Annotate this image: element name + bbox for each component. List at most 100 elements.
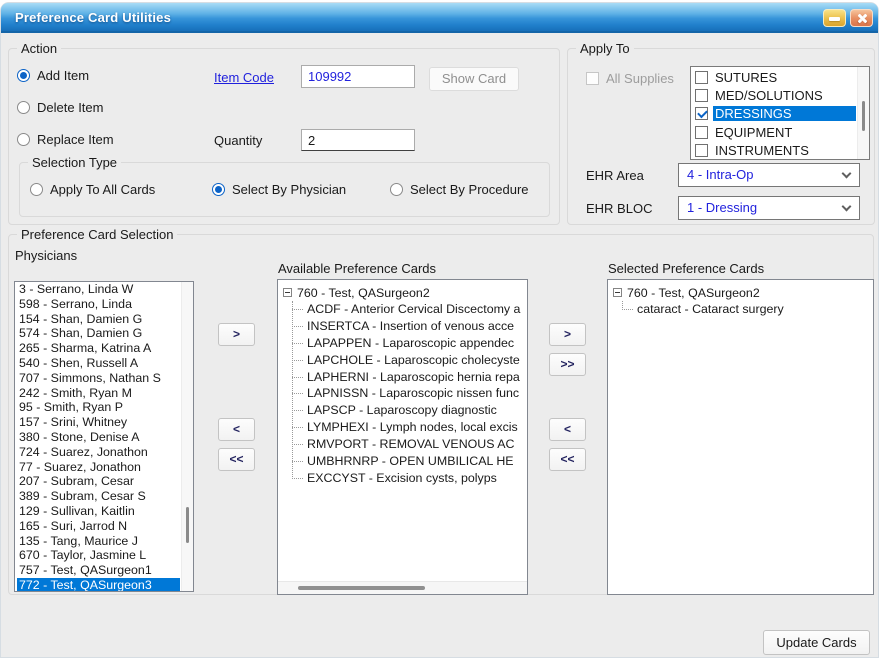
apply-to-group: Apply To All Supplies SUTURES MED/SOLUTI…	[567, 48, 875, 225]
physician-list-item[interactable]: 165 - Suri, Jarrod N	[17, 519, 180, 534]
action-radio[interactable]: Replace Item	[17, 129, 114, 149]
physician-list-item[interactable]: 724 - Suarez, Jonathon	[17, 445, 180, 460]
ehr-area-dropdown[interactable]: 4 - Intra-Op	[678, 163, 860, 187]
radio-label: Select By Procedure	[410, 182, 529, 197]
physicians-scrollbar[interactable]	[181, 282, 193, 591]
scrollbar-thumb[interactable]	[298, 586, 425, 590]
tree-child-node[interactable]: LAPAPPEN - Laparoscopic appendec	[283, 335, 527, 352]
physician-label: 757 - Test, QASurgeon1	[19, 563, 152, 577]
scrollbar-thumb[interactable]	[862, 101, 865, 131]
move-card-right-all-button[interactable]: >>	[549, 353, 586, 376]
tree-child-node[interactable]: LYMPHEXI - Lymph nodes, local excis	[283, 419, 527, 436]
selection-type-radio[interactable]: Select By Physician	[212, 182, 390, 197]
tree-root-node[interactable]: 760 - Test, QASurgeon2	[613, 284, 873, 301]
checkbox-icon[interactable]	[695, 144, 708, 157]
supply-list-item[interactable]: MED/SOLUTIONS	[693, 86, 856, 104]
physician-list-item[interactable]: 95 - Smith, Ryan P	[17, 400, 180, 415]
physician-label: 207 - Subram, Cesar	[19, 474, 134, 488]
physician-label: 242 - Smith, Ryan M	[19, 386, 132, 400]
tree-child-node[interactable]: EXCCYST - Excision cysts, polyps	[283, 470, 527, 487]
selection-type-radio[interactable]: Select By Procedure	[390, 182, 529, 197]
move-physician-left-all-button[interactable]: <<	[218, 448, 255, 471]
tree-child-node[interactable]: RMVPORT - REMOVAL VENOUS AC	[283, 436, 527, 453]
physician-list-item[interactable]: 670 - Taylor, Jasmine L	[17, 548, 180, 563]
close-icon[interactable]	[850, 9, 873, 27]
tree-child-label: RMVPORT - REMOVAL VENOUS AC	[307, 437, 514, 451]
supply-label: DRESSINGS	[713, 106, 856, 121]
tree-child-label: UMBHRNRP - OPEN UMBILICAL HE	[307, 454, 514, 468]
apply-to-legend: Apply To	[576, 41, 634, 56]
tree-child-node[interactable]: LAPHERNI - Laparoscopic hernia repa	[283, 369, 527, 386]
move-physician-right-button[interactable]: >	[218, 323, 255, 346]
radio-label: Select By Physician	[232, 182, 346, 197]
collapse-icon[interactable]	[613, 288, 622, 297]
physician-list-item[interactable]: 207 - Subram, Cesar	[17, 474, 180, 489]
physician-label: 135 - Tang, Maurice J	[19, 534, 138, 548]
item-code-link[interactable]: Item Code	[214, 70, 274, 85]
move-card-right-button[interactable]: >	[549, 323, 586, 346]
move-physician-left-button[interactable]: <	[218, 418, 255, 441]
physician-list-item[interactable]: 598 - Serrano, Linda	[17, 297, 180, 312]
supply-list-item[interactable]: EQUIPMENT	[693, 123, 856, 141]
physician-list-item[interactable]: 772 - Test, QASurgeon3	[17, 578, 180, 592]
physician-list-item[interactable]: 265 - Sharma, Katrina A	[17, 341, 180, 356]
tree-child-node[interactable]: LAPNISSN - Laparoscopic nissen func	[283, 385, 527, 402]
radio-icon	[212, 183, 225, 196]
move-card-left-button[interactable]: <	[549, 418, 586, 441]
move-card-left-all-button[interactable]: <<	[549, 448, 586, 471]
ehr-area-value: 4 - Intra-Op	[687, 167, 753, 182]
tree-child-node[interactable]: LAPCHOLE - Laparoscopic cholecyste	[283, 352, 527, 369]
checkbox-icon[interactable]	[695, 71, 708, 84]
supply-label: INSTRUMENTS	[713, 143, 856, 158]
minimize-icon[interactable]	[823, 9, 846, 27]
tree-child-node[interactable]: ACDF - Anterior Cervical Discectomy a	[283, 301, 527, 318]
tree-child-node[interactable]: cataract - Cataract surgery	[613, 301, 873, 318]
physician-list-item[interactable]: 135 - Tang, Maurice J	[17, 534, 180, 549]
physician-list-item[interactable]: 707 - Simmons, Nathan S	[17, 371, 180, 386]
physician-label: 707 - Simmons, Nathan S	[19, 371, 161, 385]
show-card-button[interactable]: Show Card	[429, 67, 519, 91]
physician-label: 772 - Test, QASurgeon3	[19, 578, 152, 592]
physician-list-item[interactable]: 380 - Stone, Denise A	[17, 430, 180, 445]
physician-list-item[interactable]: 540 - Shen, Russell A	[17, 356, 180, 371]
physician-list-item[interactable]: 242 - Smith, Ryan M	[17, 386, 180, 401]
physician-list-item[interactable]: 389 - Subram, Cesar S	[17, 489, 180, 504]
item-code-field[interactable]	[301, 65, 415, 88]
all-supplies-checkbox[interactable]: All Supplies	[586, 71, 674, 86]
available-tree-hscrollbar[interactable]	[278, 581, 527, 594]
tree-child-node[interactable]: INSERTCA - Insertion of venous acce	[283, 318, 527, 335]
selection-type-radio[interactable]: Apply To All Cards	[30, 182, 212, 197]
supply-list-item[interactable]: SUTURES	[693, 68, 856, 86]
quantity-field[interactable]	[301, 129, 415, 151]
tree-child-label: LYMPHEXI - Lymph nodes, local excis	[307, 420, 518, 434]
action-radio[interactable]: Delete Item	[17, 97, 114, 117]
physician-list-item[interactable]: 757 - Test, QASurgeon1	[17, 563, 180, 578]
physician-list-item[interactable]: 574 - Shan, Damien G	[17, 326, 180, 341]
supplies-list: SUTURES MED/SOLUTIONS DRESSINGS EQUIPMEN…	[690, 66, 870, 160]
physician-list-item[interactable]: 129 - Sullivan, Kaitlin	[17, 504, 180, 519]
physician-label: 77 - Suarez, Jonathon	[19, 460, 141, 474]
supply-list-item[interactable]: DRESSINGS	[693, 105, 856, 123]
ehr-bloc-dropdown[interactable]: 1 - Dressing	[678, 196, 860, 220]
supply-label: MED/SOLUTIONS	[713, 88, 856, 103]
supply-list-item[interactable]: INSTRUMENTS	[693, 142, 856, 160]
tree-root-node[interactable]: 760 - Test, QASurgeon2	[283, 284, 527, 301]
physician-list-item[interactable]: 157 - Srini, Whitney	[17, 415, 180, 430]
scrollbar-thumb[interactable]	[186, 507, 189, 543]
checkbox-icon[interactable]	[695, 107, 708, 120]
title-bar[interactable]: Preference Card Utilities	[1, 3, 878, 33]
physician-list-item[interactable]: 77 - Suarez, Jonathon	[17, 460, 180, 475]
update-cards-button[interactable]: Update Cards	[763, 630, 870, 655]
physician-label: 380 - Stone, Denise A	[19, 430, 140, 444]
radio-label: Add Item	[37, 68, 89, 83]
physician-list-item[interactable]: 3 - Serrano, Linda W	[17, 282, 180, 297]
tree-child-node[interactable]: LAPSCP - Laparoscopy diagnostic	[283, 402, 527, 419]
action-radio[interactable]: Add Item	[17, 65, 114, 85]
supplies-scrollbar[interactable]	[857, 67, 869, 159]
checkbox-icon[interactable]	[695, 126, 708, 139]
collapse-icon[interactable]	[283, 288, 292, 297]
physician-label: 165 - Suri, Jarrod N	[19, 519, 127, 533]
physician-list-item[interactable]: 154 - Shan, Damien G	[17, 312, 180, 327]
tree-child-node[interactable]: UMBHRNRP - OPEN UMBILICAL HE	[283, 453, 527, 470]
checkbox-icon[interactable]	[695, 89, 708, 102]
